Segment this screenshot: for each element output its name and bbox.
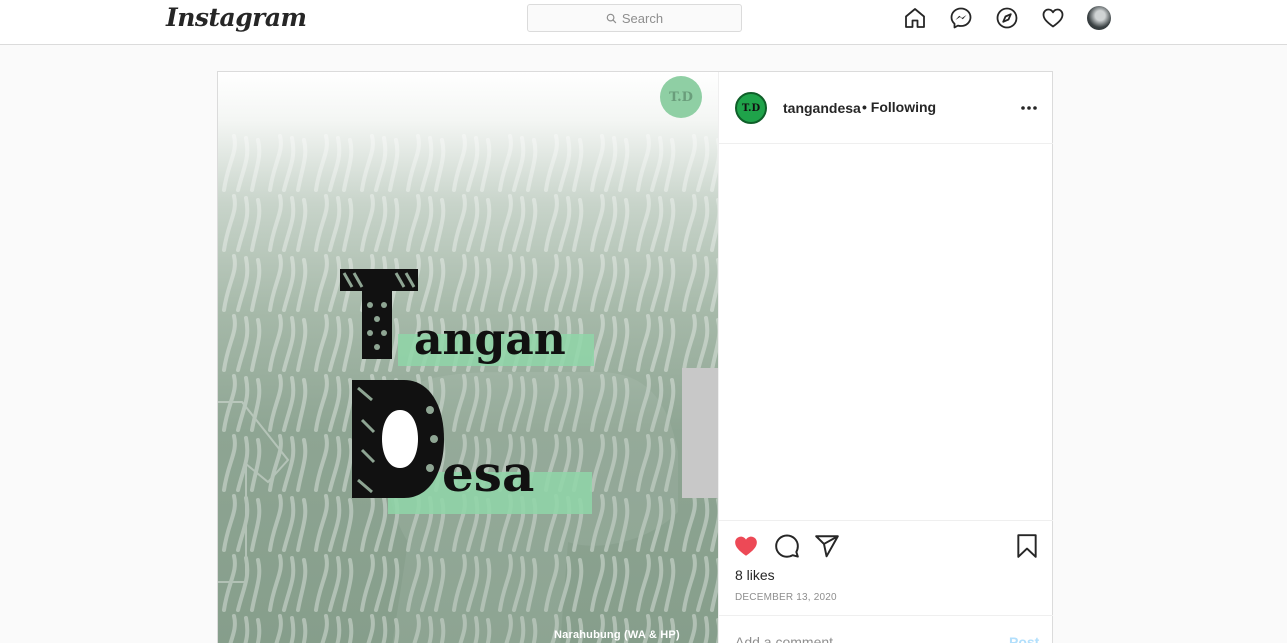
td-watermark-badge: T.D [660,76,702,118]
post-card: angan esa T.D Narahubung (WA & HP) T.D t… [217,71,1053,643]
bookmark-icon[interactable] [1014,533,1040,559]
post-sidebar: T.D tangandesa • Following 8 likes DECEM… [718,72,1053,643]
post-comment-button[interactable]: Post [1009,634,1039,643]
search-placeholder: Search [621,10,664,26]
likes-count[interactable]: 8 likes [735,567,775,583]
share-icon[interactable] [814,533,840,559]
messenger-icon[interactable] [949,6,973,30]
home-icon[interactable] [903,6,927,30]
image-side-tab [682,368,718,498]
explore-icon[interactable] [995,6,1019,30]
activity-heart-icon[interactable] [1041,6,1065,30]
contact-caption: Narahubung (WA & HP) [554,629,680,641]
search-icon [606,13,617,23]
comment-icon[interactable] [774,533,800,559]
profile-avatar[interactable] [1087,6,1111,30]
post-image[interactable]: angan esa T.D Narahubung (WA & HP) [218,72,718,643]
more-options-icon[interactable] [1019,98,1039,118]
comment-input[interactable]: Add a comment... [735,634,845,643]
follow-status[interactable]: • Following [862,99,936,115]
title-word-desa: esa [442,444,535,503]
search-input[interactable]: Search [527,4,742,32]
post-actions-section: 8 likes DECEMBER 13, 2020 Add a comment.… [719,520,1053,643]
author-username[interactable]: tangandesa [783,100,861,116]
decorative-letter-t [340,269,418,359]
instagram-logo[interactable]: Instagram [166,3,307,32]
heart-icon[interactable] [733,533,759,559]
nav-icons-group [903,6,1111,30]
title-word-tangan: angan [414,314,566,365]
top-navigation-bar: Instagram Search [0,0,1287,45]
post-date[interactable]: DECEMBER 13, 2020 [735,592,837,603]
decorative-letter-d [352,380,444,498]
post-header: T.D tangandesa • Following [719,72,1053,144]
author-avatar[interactable]: T.D [735,92,767,124]
comment-bar: Add a comment... Post [719,615,1053,643]
